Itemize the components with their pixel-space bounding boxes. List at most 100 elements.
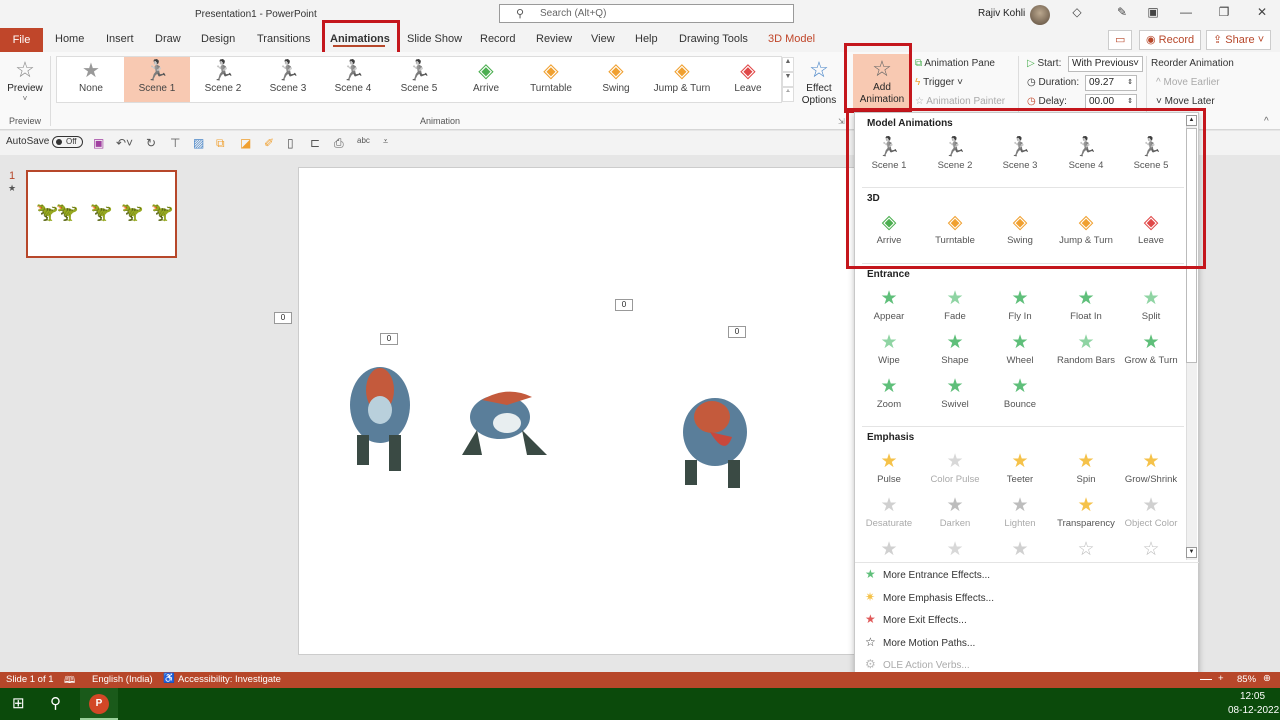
tab-draw[interactable]: Draw [155, 33, 181, 45]
diamond-icon[interactable]: ◇ [1067, 5, 1087, 19]
dinosaur-3d-model[interactable] [452, 385, 550, 460]
fit-to-window-icon[interactable]: ⊕ [1263, 673, 1271, 684]
slide-thumbnail[interactable]: 🦖 🦖 🦖 🦖 🦖 [26, 170, 177, 258]
undo-icon[interactable]: ↶˅ [116, 136, 133, 150]
tab-transitions[interactable]: Transitions [257, 33, 310, 45]
print-preview-icon[interactable]: ⎙ [334, 136, 344, 151]
menu-item-more-emphasis-effects[interactable]: ✷ More Emphasis Effects... [865, 590, 994, 604]
tab-drawing-tools[interactable]: Drawing Tools [679, 33, 748, 45]
gallery-scroll-down[interactable]: ▼ [782, 72, 794, 87]
gallery-item-scene-2[interactable]: 🏃 Scene 2 [190, 57, 256, 102]
gallery-item-jump-turn[interactable]: ◈ Jump & Turn [649, 57, 715, 102]
tab-3d-model[interactable]: 3D Model [768, 33, 815, 45]
user-name[interactable]: Rajiv Kohli [978, 8, 1025, 19]
animation-item-darken[interactable]: ★ Darken [922, 494, 988, 529]
animation-order-tag[interactable]: 0 [728, 326, 746, 338]
tab-help[interactable]: Help [635, 33, 658, 45]
windows-start-icon[interactable]: ⊞ [12, 694, 25, 712]
animation-item-random-bars[interactable]: ★ Random Bars [1053, 331, 1119, 366]
format-painter-icon[interactable]: ✐ [264, 136, 274, 150]
move-earlier-button[interactable]: ^ Move Earlier [1156, 77, 1220, 88]
search-box[interactable]: ⚲ Search (Alt+Q) [499, 4, 794, 23]
animation-item-unnamed[interactable]: ★ [856, 538, 922, 562]
animation-item-appear[interactable]: ★ Appear [856, 287, 922, 322]
move-later-button[interactable]: ˅ Move Later [1156, 96, 1215, 107]
animation-item-fly-in[interactable]: ★ Fly In [987, 287, 1053, 322]
autosave-toggle[interactable]: Off [52, 136, 83, 148]
animation-item-float-in[interactable]: ★ Float In [1053, 287, 1119, 322]
animation-item-unnamed[interactable]: ☆ [1053, 538, 1119, 562]
gallery-item-swing[interactable]: ◈ Swing [583, 57, 649, 102]
zoom-in-button[interactable]: + [1218, 673, 1224, 684]
gallery-item-scene-5[interactable]: 🏃 Scene 5 [386, 57, 452, 102]
close-button[interactable]: ✕ [1252, 5, 1272, 19]
taskbar-powerpoint[interactable]: P [80, 688, 118, 720]
animation-item-transparency[interactable]: ★ Transparency [1053, 494, 1119, 529]
animation-order-tag[interactable]: 0 [615, 299, 633, 311]
new-file-icon[interactable]: ▯ [287, 136, 294, 150]
customize-qat-icon[interactable]: ⩡ [383, 136, 388, 147]
gallery-scroll-up[interactable]: ▲ [782, 57, 794, 72]
animation-item-color-pulse[interactable]: ★ Color Pulse [922, 450, 988, 485]
tab-home[interactable]: Home [55, 33, 84, 45]
minimize-button[interactable]: — [1176, 5, 1196, 19]
menu-item-more-entrance-effects[interactable]: ★ More Entrance Effects... [865, 567, 990, 581]
copy-icon[interactable]: ⧉ [216, 136, 225, 151]
avatar[interactable] [1030, 5, 1050, 25]
spelling-icon[interactable]: abc [357, 136, 370, 145]
animation-item-fade[interactable]: ★ Fade [922, 287, 988, 322]
gallery-expand[interactable]: ⩡ [782, 87, 794, 102]
clock-time[interactable]: 12:05 [1240, 691, 1265, 702]
zoom-level[interactable]: 85% [1237, 674, 1256, 685]
tab-insert[interactable]: Insert [106, 33, 134, 45]
animation-item-swivel[interactable]: ★ Swivel [922, 375, 988, 410]
animation-item-split[interactable]: ★ Split [1118, 287, 1184, 322]
animation-item-unnamed[interactable]: ★ [987, 538, 1053, 562]
gallery-item-scene-1[interactable]: 🏃 Scene 1 [124, 57, 190, 102]
dinosaur-3d-model[interactable] [670, 392, 760, 490]
present-icon[interactable]: ⊤ [170, 136, 180, 150]
animation-item-spin[interactable]: ★ Spin [1053, 450, 1119, 485]
animation-item-shape[interactable]: ★ Shape [922, 331, 988, 366]
tab-review[interactable]: Review [536, 33, 572, 45]
accessibility-status[interactable]: Accessibility: Investigate [178, 674, 281, 685]
effect-options-button[interactable]: ☆ Effect Options [796, 57, 842, 107]
tab-view[interactable]: View [591, 33, 615, 45]
comment-button[interactable]: ▭ [1108, 30, 1132, 50]
gallery-item-none[interactable]: ★ None [58, 57, 124, 102]
language-status[interactable]: English (India) [92, 674, 153, 685]
spinner-icon[interactable]: ⇕ [1127, 76, 1133, 90]
clock-date[interactable]: 08-12-2022 [1228, 705, 1279, 716]
arrange-icon[interactable]: ◪ [240, 136, 251, 150]
animation-item-zoom[interactable]: ★ Zoom [856, 375, 922, 410]
animation-order-tag[interactable]: 0 [274, 312, 292, 324]
share-button[interactable]: ⇪ Share ˅ [1206, 30, 1272, 50]
open-folder-icon[interactable]: ⊏ [310, 136, 320, 150]
tab-record[interactable]: Record [480, 33, 515, 45]
animation-order-tag[interactable]: 0 [380, 333, 398, 345]
duration-input[interactable]: 09.27 ⇕ [1085, 75, 1137, 91]
gallery-item-turntable[interactable]: ◈ Turntable [518, 57, 584, 102]
animation-item-unnamed[interactable]: ☆ [1118, 538, 1184, 562]
animation-item-grow-turn[interactable]: ★ Grow & Turn [1118, 331, 1184, 366]
animation-item-object-color[interactable]: ★ Object Color [1118, 494, 1184, 529]
start-select[interactable]: With Previous ˅ [1068, 56, 1143, 72]
animation-item-lighten[interactable]: ★ Lighten [987, 494, 1053, 529]
tab-design[interactable]: Design [201, 33, 235, 45]
spinner-icon[interactable]: ⇕ [1127, 95, 1133, 109]
scroll-down-arrow[interactable]: ▼ [1186, 547, 1197, 558]
animation-painter-button[interactable]: ☆ Animation Painter [915, 96, 1005, 107]
collapse-ribbon-icon[interactable]: ^ [1264, 116, 1269, 127]
notes-icon[interactable]: 🕮 [64, 673, 75, 689]
tab-file[interactable]: File [0, 28, 43, 52]
dinosaur-3d-model[interactable] [345, 360, 415, 475]
animation-pane-button[interactable]: ⧉ Animation Pane [915, 58, 995, 69]
search-icon[interactable]: ⚲ [50, 694, 61, 712]
animation-item-teeter[interactable]: ★ Teeter [987, 450, 1053, 485]
animation-item-unnamed[interactable]: ★ [922, 538, 988, 562]
menu-item-more-exit-effects[interactable]: ★ More Exit Effects... [865, 612, 967, 626]
restore-button[interactable]: ❐ [1214, 5, 1234, 19]
animation-item-wipe[interactable]: ★ Wipe [856, 331, 922, 366]
gallery-item-leave[interactable]: ◈ Leave [715, 57, 781, 102]
ribbon-display-icon[interactable]: ▣ [1143, 5, 1163, 19]
